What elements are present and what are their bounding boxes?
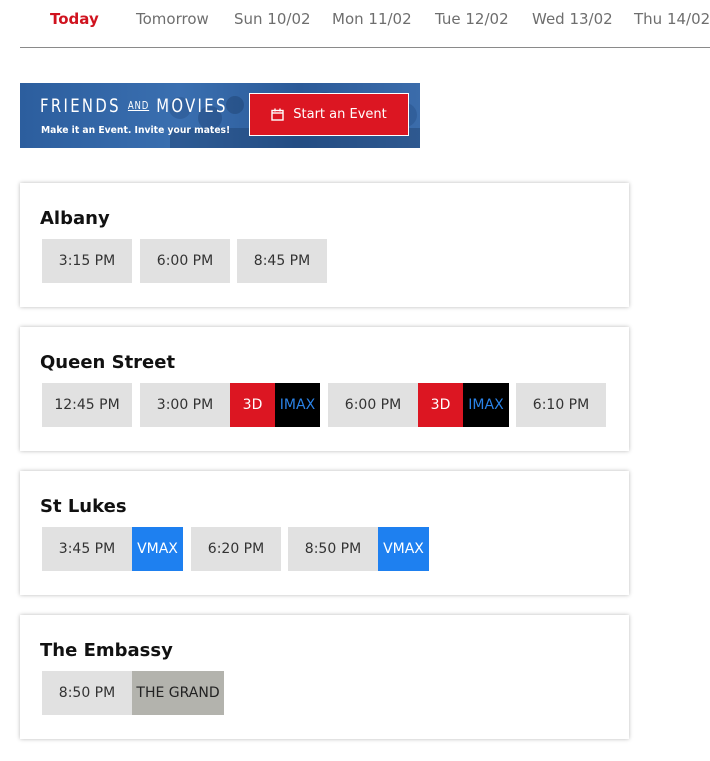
session-time[interactable]: 6:10 PM: [516, 383, 606, 427]
friends-and-movies-banner[interactable]: FRIENDS AND MOVIES Make it an Event. Inv…: [20, 83, 420, 148]
session-time[interactable]: 6:20 PM: [191, 527, 281, 571]
3d-badge[interactable]: 3D: [418, 383, 463, 427]
vmax-badge[interactable]: VMAX: [378, 527, 429, 571]
tab-tomorrow[interactable]: Tomorrow: [136, 10, 209, 28]
session-time[interactable]: 3:15 PM: [42, 239, 132, 283]
the-grand-badge[interactable]: THE GRAND: [132, 671, 224, 715]
session-time[interactable]: 8:45 PM: [237, 239, 327, 283]
session-button[interactable]: 12:45 PM: [42, 383, 132, 427]
cinema-name: The Embassy: [40, 640, 173, 661]
session-time[interactable]: 12:45 PM: [42, 383, 132, 427]
session-button[interactable]: 6:00 PM 3D IMAX: [328, 383, 509, 427]
cinema-card-albany: Albany 3:15 PM 6:00 PM 8:45 PM: [20, 183, 629, 307]
tab-wed[interactable]: Wed 13/02: [532, 10, 613, 28]
imax-badge[interactable]: IMAX: [463, 383, 509, 427]
3d-badge[interactable]: 3D: [230, 383, 275, 427]
cinema-name: Albany: [40, 208, 110, 229]
session-button[interactable]: 3:00 PM 3D IMAX: [140, 383, 320, 427]
session-button[interactable]: 3:15 PM: [42, 239, 132, 283]
session-button[interactable]: 6:00 PM: [140, 239, 230, 283]
start-event-label: Start an Event: [293, 107, 387, 122]
date-tabs: Today Tomorrow Sun 10/02 Mon 11/02 Tue 1…: [20, 0, 710, 48]
session-time[interactable]: 3:00 PM: [140, 383, 230, 427]
session-button[interactable]: 8:45 PM: [237, 239, 327, 283]
imax-badge[interactable]: IMAX: [275, 383, 320, 427]
session-button[interactable]: 6:20 PM: [191, 527, 281, 571]
tab-mon[interactable]: Mon 11/02: [332, 10, 412, 28]
session-time[interactable]: 3:45 PM: [42, 527, 132, 571]
session-time[interactable]: 6:00 PM: [328, 383, 418, 427]
calendar-icon: [271, 108, 284, 121]
session-button[interactable]: 8:50 PM THE GRAND: [42, 671, 224, 715]
banner-subtitle: Make it an Event. Invite your mates!: [41, 125, 231, 136]
session-time[interactable]: 8:50 PM: [288, 527, 378, 571]
cinema-name: Queen Street: [40, 352, 176, 373]
vmax-badge[interactable]: VMAX: [132, 527, 183, 571]
start-event-button[interactable]: Start an Event: [249, 93, 409, 136]
banner-title: FRIENDS AND MOVIES: [40, 95, 228, 117]
cinema-card-queen-street: Queen Street 12:45 PM 3:00 PM 3D IMAX 6:…: [20, 327, 629, 451]
session-button[interactable]: 8:50 PM VMAX: [288, 527, 429, 571]
tab-today[interactable]: Today: [50, 10, 99, 28]
tab-thu[interactable]: Thu 14/02: [634, 10, 710, 28]
session-time[interactable]: 6:00 PM: [140, 239, 230, 283]
session-time[interactable]: 8:50 PM: [42, 671, 132, 715]
tab-tue[interactable]: Tue 12/02: [435, 10, 509, 28]
tab-sun[interactable]: Sun 10/02: [234, 10, 311, 28]
cinema-card-st-lukes: St Lukes 3:45 PM VMAX 6:20 PM 8:50 PM VM…: [20, 471, 629, 595]
session-button[interactable]: 3:45 PM VMAX: [42, 527, 183, 571]
cinema-card-the-embassy: The Embassy 8:50 PM THE GRAND: [20, 615, 629, 739]
cinema-name: St Lukes: [40, 496, 127, 517]
session-button[interactable]: 6:10 PM: [516, 383, 606, 427]
